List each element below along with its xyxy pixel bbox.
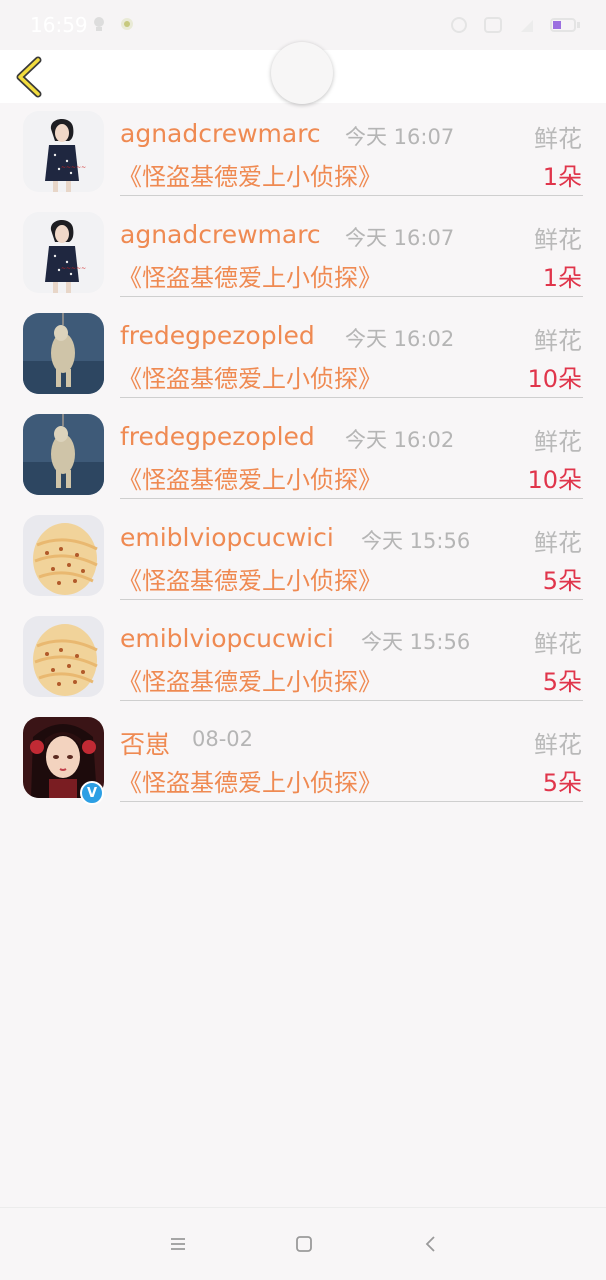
home-button[interactable]	[292, 1232, 316, 1256]
gift-amount: 5朵	[542, 769, 582, 797]
gift-amount: 1朵	[542, 264, 582, 292]
chevron-left-icon	[16, 56, 42, 98]
battery-icon	[550, 17, 584, 37]
timestamp: 今天 16:07	[345, 226, 455, 250]
book-title-link[interactable]: 《怪盗基德爱上小侦探》	[118, 460, 382, 495]
avatar[interactable]	[23, 515, 104, 596]
divider	[120, 700, 583, 701]
list-item[interactable]: V 否崽 08-02 鲜花《怪盗基德爱上小侦探》 5朵	[0, 709, 606, 810]
gift-amount: 5朵	[542, 567, 582, 595]
list-item[interactable]: ~~~~~ agnadcrewmarc 今天 16:07 鲜花《怪盗基德爱上小侦探》…	[0, 204, 606, 305]
divider	[120, 296, 583, 297]
avatar[interactable]: ~~~~~	[23, 111, 104, 192]
timestamp: 今天 16:02	[345, 327, 455, 351]
divider	[120, 599, 583, 600]
divider	[120, 195, 583, 196]
gift-list: ~~~~~ agnadcrewmarc 今天 16:07 鲜花 《怪盗基德爱上小侦探》…	[0, 103, 606, 810]
avatar[interactable]	[23, 313, 104, 394]
notification-icon	[92, 16, 106, 32]
book-title-link[interactable]: 《怪盗基德爱上小侦探》	[118, 157, 382, 192]
timestamp: 今天 15:56	[361, 529, 471, 553]
menu-button[interactable]	[166, 1232, 190, 1256]
status-time: 16:59	[30, 13, 88, 37]
back-button[interactable]	[12, 56, 52, 98]
list-item[interactable]: fredegpezopled 今天 16:02 鲜花《怪盗基德爱上小侦探》 10朵	[0, 406, 606, 507]
bottom-nav-bar	[0, 1207, 606, 1280]
book-title-link[interactable]: 《怪盗基德爱上小侦探》	[118, 359, 382, 394]
username[interactable]: emiblviopcucwici	[120, 523, 334, 552]
avatar[interactable]	[23, 616, 104, 697]
verified-badge-icon: V	[80, 781, 104, 805]
book-title-link[interactable]: 《怪盗基德爱上小侦探》	[118, 561, 382, 596]
divider	[120, 498, 583, 499]
menu-icon	[171, 1238, 185, 1250]
timestamp: 今天 16:07	[345, 125, 455, 149]
username[interactable]: fredegpezopled	[120, 422, 315, 451]
avatar[interactable]	[23, 414, 104, 495]
username[interactable]: agnadcrewmarc	[120, 119, 321, 148]
floating-circle-button[interactable]	[271, 42, 333, 104]
gift-amount: 10朵	[527, 466, 582, 494]
system-back-button[interactable]	[419, 1232, 443, 1256]
gift-amount: 5朵	[542, 668, 582, 696]
book-title-link[interactable]: 《怪盗基德爱上小侦探》	[118, 662, 382, 697]
svg-text:~~~~~: ~~~~~	[61, 265, 86, 272]
timestamp: 今天 16:02	[345, 428, 455, 452]
username[interactable]: fredegpezopled	[120, 321, 315, 350]
svg-text:~~~~~: ~~~~~	[61, 164, 86, 171]
divider	[120, 801, 583, 802]
list-item[interactable]: emiblviopcucwici 今天 15:56 鲜花《怪盗基德爱上小侦探》 5朵	[0, 608, 606, 709]
username[interactable]: 否崽	[120, 725, 170, 761]
gift-type-label: 鲜花	[534, 125, 582, 153]
alarm-icon	[450, 16, 468, 38]
book-title-link[interactable]: 《怪盗基德爱上小侦探》	[118, 258, 382, 293]
sim-icon	[484, 17, 504, 37]
timestamp: 今天 15:56	[361, 630, 471, 654]
list-item[interactable]: emiblviopcucwici 今天 15:56 鲜花《怪盗基德爱上小侦探》 5朵	[0, 507, 606, 608]
gift-type-label: 鲜花	[534, 327, 582, 355]
gift-amount: 1朵	[542, 163, 582, 191]
username[interactable]: emiblviopcucwici	[120, 624, 334, 653]
gift-type-label: 鲜花	[534, 630, 582, 658]
avatar[interactable]: ~~~~~	[23, 212, 104, 293]
app-icon	[120, 16, 134, 32]
gift-type-label: 鲜花	[534, 226, 582, 254]
gift-type-label: 鲜花	[534, 529, 582, 557]
gift-type-label: 鲜花	[534, 428, 582, 456]
gift-amount: 10朵	[527, 365, 582, 393]
signal-icon	[520, 18, 534, 37]
nav-bar	[0, 42, 606, 104]
gift-type-label: 鲜花	[534, 731, 582, 759]
home-icon	[296, 1236, 312, 1252]
list-item[interactable]: fredegpezopled 今天 16:02 鲜花《怪盗基德爱上小侦探》 10朵	[0, 305, 606, 406]
book-title-link[interactable]: 《怪盗基德爱上小侦探》	[118, 763, 382, 798]
list-item[interactable]: ~~~~~ agnadcrewmarc 今天 16:07 鲜花《怪盗基德爱上小侦探》…	[0, 103, 606, 204]
timestamp: 08-02	[192, 727, 254, 751]
back-icon	[425, 1236, 435, 1252]
divider	[120, 397, 583, 398]
username[interactable]: agnadcrewmarc	[120, 220, 321, 249]
